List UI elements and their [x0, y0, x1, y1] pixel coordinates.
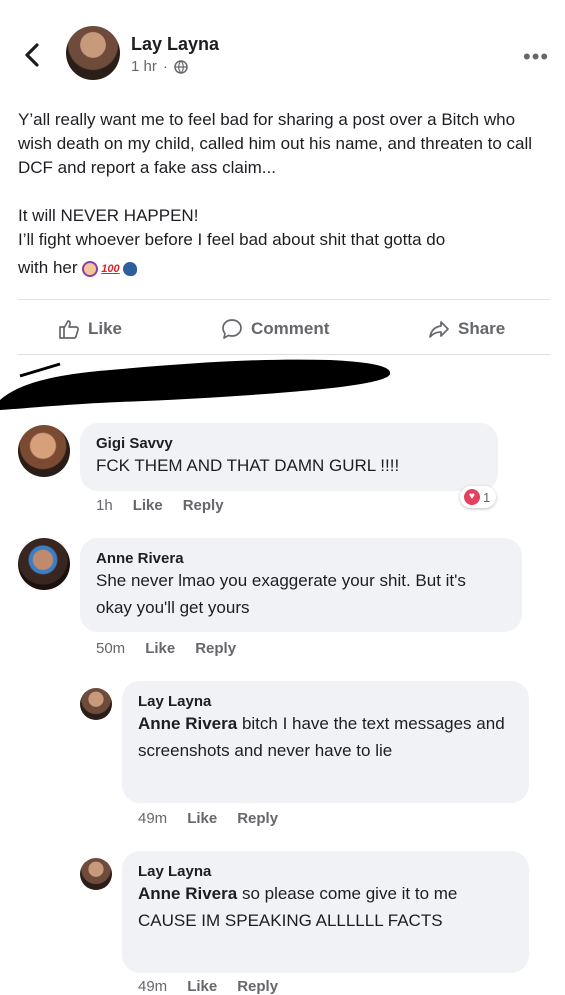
comment-button[interactable]: Comment	[221, 316, 329, 342]
back-button[interactable]	[20, 40, 46, 70]
reaction-number: 1	[483, 489, 491, 505]
heart-reaction-icon: ♥	[464, 489, 480, 505]
mention-tag[interactable]: Anne Rivera	[138, 714, 237, 733]
mention-tag[interactable]: Anne Rivera	[138, 884, 237, 903]
reply-like-link[interactable]: Like	[187, 810, 217, 827]
replier-avatar[interactable]	[80, 858, 112, 890]
like-button[interactable]: Like	[58, 316, 122, 342]
share-arrow-icon	[429, 321, 449, 338]
divider	[18, 299, 550, 300]
reply-text: Anne Rivera so please come give it to me…	[138, 880, 513, 934]
post-meta: 1 hr ·	[131, 58, 188, 75]
like-label: Like	[88, 319, 123, 338]
redaction-mark	[0, 359, 391, 410]
comment-actions: 50m Like Reply	[96, 640, 236, 657]
woman-gesturing-emoji-icon	[82, 260, 99, 277]
reply-bubble: Lay Layna Anne Rivera bitch I have the t…	[122, 681, 529, 803]
post-paragraph: Y’all really want me to feel bad for sha…	[18, 110, 533, 177]
post-time[interactable]: 1 hr	[131, 58, 157, 75]
meta-separator: ·	[162, 58, 168, 75]
poster-avatar[interactable]	[66, 26, 120, 80]
comment-actions: 1h Like Reply	[96, 497, 224, 514]
comment-reply-link[interactable]: Reply	[195, 640, 236, 657]
share-button[interactable]: Share	[428, 316, 505, 342]
comment-reply-link[interactable]: Reply	[183, 497, 224, 514]
commenter-avatar[interactable]	[18, 425, 70, 477]
comment-like-link[interactable]: Like	[133, 497, 163, 514]
post-line-text: with her	[18, 258, 78, 277]
post-line: It will NEVER HAPPEN!	[18, 206, 199, 225]
hundred-emoji-icon: 100	[101, 262, 120, 275]
comment-time: 50m	[96, 640, 126, 657]
reply-bubble: Lay Layna Anne Rivera so please come giv…	[122, 851, 529, 973]
reply-actions: 49m Like Reply	[138, 978, 278, 995]
commenter-avatar[interactable]	[18, 538, 70, 590]
thumbs-up-icon	[59, 320, 79, 339]
reply-time: 49m	[138, 978, 168, 995]
reply-text: Anne Rivera bitch I have the text messag…	[138, 710, 513, 764]
chevron-left-icon	[25, 43, 39, 67]
reply-like-link[interactable]: Like	[187, 978, 217, 995]
comment-text: FCK THEM AND THAT DAMN GURL !!!!	[96, 456, 400, 475]
replier-name[interactable]: Lay Layna	[138, 863, 513, 880]
comment-like-link[interactable]: Like	[145, 640, 175, 657]
reply-reply-link[interactable]: Reply	[237, 810, 278, 827]
globe-icon	[174, 59, 188, 74]
reply-actions: 49m Like Reply	[138, 810, 278, 827]
reply-time: 49m	[138, 810, 168, 827]
share-label: Share	[458, 319, 506, 338]
commenter-name[interactable]: Anne Rivera	[96, 550, 506, 567]
replier-avatar[interactable]	[80, 688, 112, 720]
comment-time: 1h	[96, 497, 113, 514]
comment-text: She never lmao you exaggerate your shit.…	[96, 571, 466, 617]
reaction-count[interactable]: ♥ 1	[460, 486, 497, 508]
speaking-head-emoji-icon	[122, 261, 137, 276]
emoji-group: 100	[82, 257, 137, 281]
more-options-button[interactable]: •••	[523, 44, 549, 70]
post-line: I’ll fight whoever before I feel bad abo…	[18, 230, 446, 249]
comment-bubble-icon	[222, 319, 242, 339]
poster-name[interactable]: Lay Layna	[131, 34, 219, 55]
more-dots-icon: •••	[523, 44, 550, 69]
replier-name[interactable]: Lay Layna	[138, 693, 513, 710]
comment-label: Comment	[251, 319, 330, 338]
post-body: Y’all really want me to feel bad for sha…	[18, 108, 553, 281]
post-line-last: with her 100	[18, 256, 553, 281]
comment-bubble: Gigi Savvy FCK THEM AND THAT DAMN GURL !…	[80, 423, 498, 491]
reply-reply-link[interactable]: Reply	[237, 978, 278, 995]
comment-bubble: Anne Rivera She never lmao you exaggerat…	[80, 538, 522, 632]
commenter-name[interactable]: Gigi Savvy	[96, 435, 482, 452]
